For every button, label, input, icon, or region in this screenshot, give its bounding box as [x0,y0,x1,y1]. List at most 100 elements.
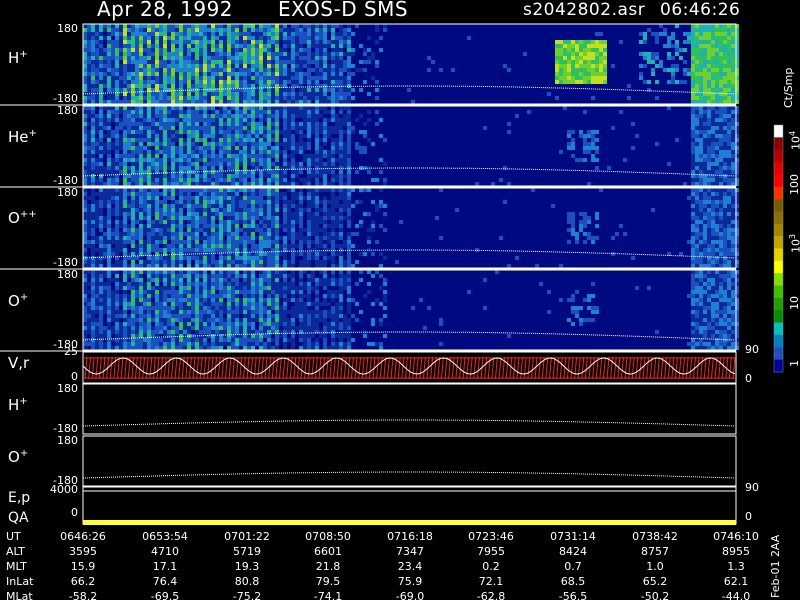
table-cell: 0646:26 [60,530,106,543]
table-cell: 0701:22 [224,530,270,543]
table-cell: 0716:18 [387,530,433,543]
table-cell: 15.9 [70,560,96,573]
panel-species: O [8,292,20,310]
table-cell: 0.2 [482,560,500,573]
table-cell: 80.8 [234,575,260,588]
table-cell: 19.3 [234,560,260,573]
line-panel-1 [82,435,737,487]
spectrogram-panel-1 [82,105,739,187]
vr-panel [82,351,737,384]
colorbar [773,124,784,373]
ep-rbottom: 0 [745,510,752,523]
table-cell: 17.1 [152,560,178,573]
table-cell: 7347 [396,545,424,558]
panel-species: H [8,49,20,67]
ep-ybottom: 0 [71,506,78,519]
table-cell: 0708:50 [305,530,351,543]
vr-rbottom: 0 [745,372,752,385]
qa-label: QA [8,510,29,526]
plot-time: 06:46:26 [660,0,741,20]
table-cell: 79.5 [315,575,341,588]
ep-rtop: 90 [745,481,759,494]
table-cell: 62.1 [723,575,749,588]
table-cell: -74.1 [313,590,343,600]
table-cell: 3595 [69,545,97,558]
table-row-label-3: InLat [6,575,34,588]
panel-ymax-3: 180 [57,268,78,281]
colorbar-label-base: 10 [788,296,800,310]
colorbar-label-base: 10 [789,239,800,253]
panel-charge: + [19,49,28,60]
table-cell: 8424 [559,545,587,558]
table-cell: 0723:46 [468,530,514,543]
panel-label-3: O+ [8,292,28,310]
panel-charge: + [28,128,37,139]
colorbar-label-4: 1 [788,360,800,367]
table-cell: 8955 [722,545,750,558]
line-panel-label-0: H+ [8,396,28,414]
table-cell: -44.0 [721,590,751,600]
table-cell: 0731:14 [550,530,596,543]
table-row-label-2: MLT [6,560,27,573]
table-cell: 72.1 [478,575,504,588]
line-panel-charge: + [19,396,28,407]
table-cell: -69.0 [395,590,425,600]
spectrogram-panel-0 [82,23,739,105]
panel-species: O [8,209,20,227]
table-cell: 0653:54 [142,530,188,543]
panel-ymax-0: 180 [57,22,78,35]
table-cell: 76.4 [152,575,178,588]
vr-rtop: 90 [745,343,759,356]
line-panel-charge: + [19,448,29,459]
table-cell: 75.9 [397,575,423,588]
colorbar-label-exponent: 3 [788,233,797,239]
colorbar-label-3: 10 [788,296,800,310]
line-panel-ymax-1: 180 [57,434,78,447]
exos-d-sms-plot: Apr 28, 1992 EXOS-D SMS s2042802.asr 06:… [0,0,800,600]
panel-label-2: O++ [8,209,37,227]
table-cell: 8757 [641,545,669,558]
table-cell: 5719 [233,545,261,558]
ep-ytop: 4000 [50,483,78,496]
colorbar-label-0: 104 [788,131,800,150]
table-cell: 66.2 [70,575,96,588]
line-panel-species: O [8,448,20,466]
panel-ymax-2: 180 [57,186,78,199]
line-panel-ymax-0: 180 [57,382,78,395]
line-panel-species: H [8,396,20,414]
colorbar-label-2: 103 [788,234,800,253]
table-cell: 0746:10 [713,530,759,543]
colorbar-label-1: 100 [788,174,800,195]
plot-canvas [0,23,784,525]
ep-panel [82,486,737,525]
table-cell: 65.2 [642,575,668,588]
vr-ytop: 25 [64,345,78,358]
panel-label-0: H+ [8,49,28,67]
table-cell: -69.5 [150,590,180,600]
plot-instrument: EXOS-D SMS [278,0,409,21]
table-cell: 4710 [151,545,179,558]
table-cell: 1.0 [646,560,664,573]
panel-species: He [8,128,29,146]
table-cell: 0738:42 [632,530,678,543]
colorbar-label-exponent: 4 [788,130,797,136]
table-cell: -75.2 [232,590,262,600]
colorbar-unit: Ct/Smp [782,67,795,108]
table-cell: 7955 [477,545,505,558]
table-cell: -50.2 [640,590,670,600]
plot-date: Apr 28, 1992 [97,0,234,21]
table-cell: 23.4 [397,560,423,573]
panel-label-1: He+ [8,128,37,146]
vr-label: V,r [8,354,30,372]
table-cell: -58.2 [68,590,98,600]
spectrogram-panel-3 [82,269,739,351]
colorbar-label-base: 1 [788,360,800,367]
colorbar-label-base: 100 [788,174,800,195]
table-cell: -56.5 [558,590,588,600]
table-row-label-0: UT [6,530,21,543]
table-cell: 1.3 [727,560,745,573]
panel-ymax-1: 180 [57,104,78,117]
ep-label: E,p [8,490,31,506]
panel-charge: + [19,292,29,303]
table-cell: 6601 [314,545,342,558]
